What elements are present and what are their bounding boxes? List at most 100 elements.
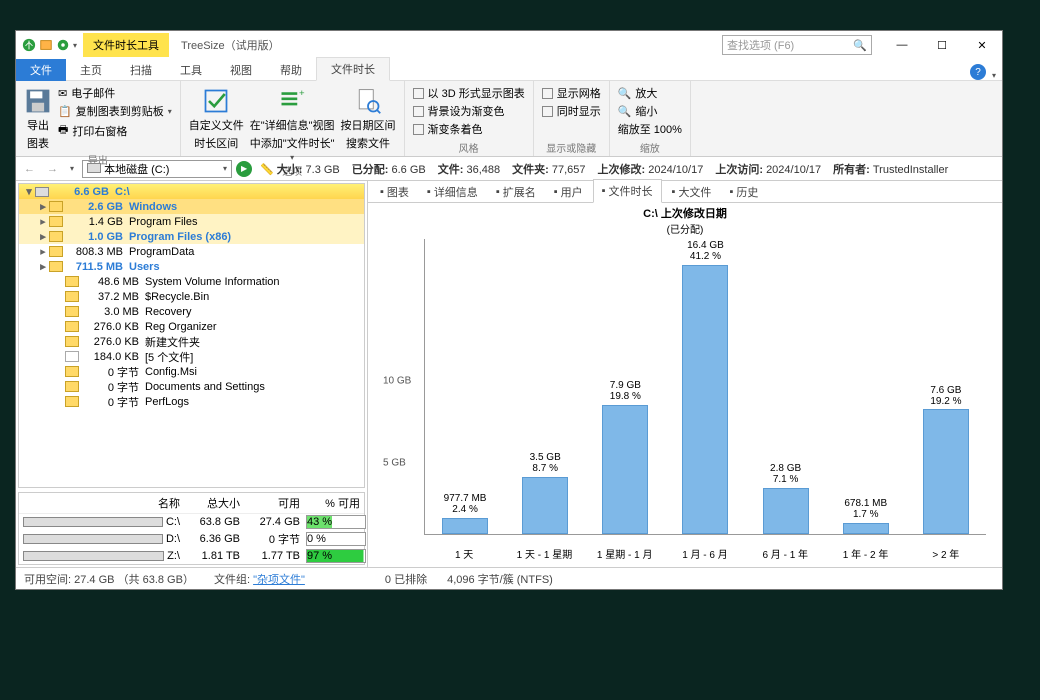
tree-row[interactable]: ▸ 2.6 GBWindows	[19, 199, 364, 214]
drive-combo[interactable]: 本地磁盘 (C:)▾	[82, 160, 232, 178]
export-chart-button[interactable]: 导出 图表	[24, 83, 52, 151]
window-title: TreeSize（试用版）	[169, 37, 280, 53]
ribbon-group-style: 以 3D 形式显示图表 背景设为渐变色 渐变条着色 风格	[405, 81, 534, 156]
x-label: 1 天	[424, 546, 504, 561]
check-icon	[202, 87, 230, 115]
zoom-reset-button[interactable]: 缩放至 100%	[618, 121, 682, 137]
detail-tab[interactable]: ▪扩展名	[488, 181, 544, 203]
detail-tabs: ▪图表▪详细信息▪扩展名▪用户▪文件时长▪大文件▪历史	[368, 181, 1002, 203]
chart-bar[interactable]: 2.8 GB7.1 %	[746, 239, 826, 534]
tab-fileage[interactable]: 文件时长	[316, 57, 390, 81]
detail-tab[interactable]: ▪大文件	[664, 181, 720, 203]
drive-row[interactable]: C:\63.8 GB27.4 GB 43 %	[19, 514, 364, 530]
filegroup-link[interactable]: "杂项文件"	[253, 574, 305, 586]
qat-icon-1[interactable]	[39, 38, 53, 52]
tree-row[interactable]: 3.0 MBRecovery	[19, 304, 364, 319]
tree-root[interactable]: ▾6.6 GBC:\	[19, 184, 364, 199]
tree-row[interactable]: ▸ 1.0 GBProgram Files (x86)	[19, 229, 364, 244]
list-plus-icon: +	[278, 87, 306, 115]
content-area: ▾6.6 GBC:\ ▸ 2.6 GBWindows ▸ 1.4 GBProgr…	[16, 181, 1002, 567]
add-column-button[interactable]: + 在"详细信息"视图中添加"文件时长"▾	[250, 83, 335, 162]
detail-tab[interactable]: ▪详细信息	[419, 181, 486, 203]
nav-back-button[interactable]: ←	[20, 163, 39, 175]
ruler-icon: 📏	[260, 164, 274, 176]
search-options-input[interactable]: 查找选项 (F6) 🔍	[722, 35, 872, 55]
zoom-in-icon: 🔍	[618, 87, 632, 100]
chart-subtitle: (已分配)	[368, 221, 1002, 236]
show-both-checkbox[interactable]: 同时显示	[542, 103, 601, 119]
tab-home[interactable]: 主页	[66, 59, 116, 81]
tree-row[interactable]: 276.0 KB新建文件夹	[19, 334, 364, 349]
x-label: 1 年 - 2 年	[825, 546, 905, 561]
chart-bar[interactable]: 16.4 GB41.2 %	[665, 239, 745, 534]
show-3d-checkbox[interactable]: 以 3D 形式显示图表	[413, 85, 525, 101]
x-label: 1 天 - 1 星期	[504, 546, 584, 561]
print-button[interactable]: 🖶打印右窗格	[58, 121, 172, 140]
close-button[interactable]: ✕	[962, 31, 1002, 59]
zoom-out-icon: 🔍	[618, 105, 632, 118]
tab-file[interactable]: 文件	[16, 59, 66, 81]
scan-button[interactable]: ▶	[236, 161, 252, 177]
detail-tab[interactable]: ▪历史	[721, 181, 766, 203]
tree-row[interactable]: 48.6 MBSystem Volume Information	[19, 274, 364, 289]
custom-intervals-button[interactable]: 自定义文件时长区间	[189, 83, 244, 151]
tree-row[interactable]: 0 字节Config.Msi	[19, 364, 364, 379]
detail-tab[interactable]: ▪文件时长	[593, 179, 662, 203]
chart-bar[interactable]: 3.5 GB8.7 %	[505, 239, 585, 534]
detail-tab[interactable]: ▪用户	[546, 181, 591, 203]
tree-row[interactable]: 276.0 KBReg Organizer	[19, 319, 364, 334]
qat-icon-2[interactable]	[56, 38, 70, 52]
floppy-icon	[24, 87, 52, 115]
drive-table-header: 名称总大小可用% 可用	[19, 493, 364, 514]
drive-panel: 名称总大小可用% 可用 C:\63.8 GB27.4 GB 43 % D:\6.…	[18, 492, 365, 565]
print-icon: 🖶	[58, 121, 68, 140]
contextual-tab-label: 文件时长工具	[83, 33, 169, 57]
chart-bar[interactable]: 678.1 MB1.7 %	[826, 239, 906, 534]
x-label: 1 月 - 6 月	[665, 546, 745, 561]
ribbon: 导出 图表 ✉电子邮件 📋复制图表到剪贴板▾ 🖶打印右窗格 导出 自定义文件时长…	[16, 81, 1002, 157]
tree-row[interactable]: 0 字节Documents and Settings	[19, 379, 364, 394]
tree-row[interactable]: ▸ 711.5 MBUsers	[19, 259, 364, 274]
copy-clipboard-button[interactable]: 📋复制图表到剪贴板▾	[58, 103, 172, 119]
ribbon-group-zoom: 🔍放大 🔍缩小 缩放至 100% 缩放	[610, 81, 691, 156]
chart-bar[interactable]: 7.9 GB19.8 %	[585, 239, 665, 534]
tree-row[interactable]: ▸ 1.4 GBProgram Files	[19, 214, 364, 229]
tab-tools[interactable]: 工具	[166, 59, 216, 81]
right-pane: ▪图表▪详细信息▪扩展名▪用户▪文件时长▪大文件▪历史 C:\ 上次修改日期 (…	[368, 181, 1002, 567]
qat-dropdown-icon[interactable]: ▾	[73, 41, 77, 50]
nav-fwd-button[interactable]: →	[43, 163, 62, 175]
help-button[interactable]: ?	[970, 64, 986, 80]
file-search-icon	[354, 87, 382, 115]
drive-row[interactable]: D:\6.36 GB0 字节 0 %	[19, 530, 364, 548]
ribbon-collapse-icon[interactable]: ▾	[992, 71, 996, 80]
gradient-bg-checkbox[interactable]: 背景设为渐变色	[413, 103, 525, 119]
x-label: 1 星期 - 1 月	[585, 546, 665, 561]
detail-tab[interactable]: ▪图表	[372, 181, 417, 203]
tab-help[interactable]: 帮助	[266, 59, 316, 81]
app-window: ▾ 文件时长工具 TreeSize（试用版） 查找选项 (F6) 🔍 — ☐ ✕…	[15, 30, 1003, 590]
show-grid-checkbox[interactable]: 显示网格	[542, 85, 601, 101]
mail-icon: ✉	[58, 87, 67, 100]
ribbon-group-options: 自定义文件时长区间 + 在"详细信息"视图中添加"文件时长"▾ 按日期区间搜索文…	[181, 81, 405, 156]
maximize-button[interactable]: ☐	[922, 31, 962, 59]
search-by-date-button[interactable]: 按日期区间搜索文件	[341, 83, 396, 151]
minimize-button[interactable]: —	[882, 31, 922, 59]
zoom-in-button[interactable]: 🔍放大	[618, 85, 682, 101]
tree-row[interactable]: ▸ 808.3 MBProgramData	[19, 244, 364, 259]
x-label: > 2 年	[906, 546, 986, 561]
chart-plot[interactable]: 5 GB10 GB 977.7 MB2.4 % 3.5 GB8.7 % 7.9 …	[424, 239, 986, 535]
zoom-out-button[interactable]: 🔍缩小	[618, 103, 682, 119]
tree-row[interactable]: 184.0 KB[5 个文件]	[19, 349, 364, 364]
search-icon: 🔍	[853, 39, 867, 52]
tree-row[interactable]: 37.2 MB$Recycle.Bin	[19, 289, 364, 304]
tab-scan[interactable]: 扫描	[116, 59, 166, 81]
chart-bar[interactable]: 7.6 GB19.2 %	[906, 239, 986, 534]
tree-row[interactable]: 0 字节PerfLogs	[19, 394, 364, 409]
tab-view[interactable]: 视图	[216, 59, 266, 81]
gradient-bars-checkbox[interactable]: 渐变条着色	[413, 121, 525, 137]
chart-bar[interactable]: 977.7 MB2.4 %	[425, 239, 505, 534]
email-button[interactable]: ✉电子邮件	[58, 85, 172, 101]
nav-history-button[interactable]: ▾	[66, 164, 78, 173]
folder-tree[interactable]: ▾6.6 GBC:\ ▸ 2.6 GBWindows ▸ 1.4 GBProgr…	[18, 183, 365, 488]
drive-row[interactable]: Z:\1.81 TB1.77 TB 97 %	[19, 548, 364, 564]
